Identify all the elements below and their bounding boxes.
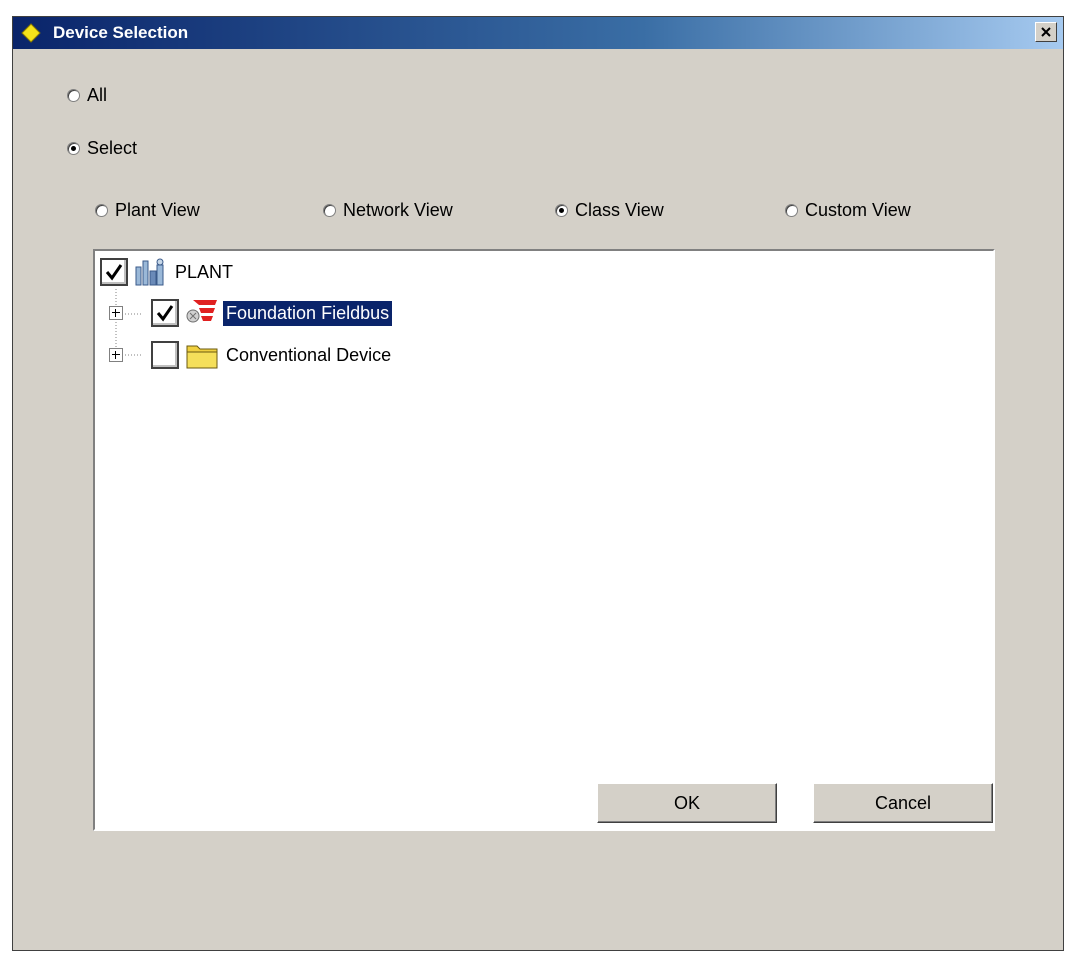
window-title: Device Selection: [53, 23, 189, 42]
radio-custom-view[interactable]: Custom View: [785, 200, 911, 221]
title-bar[interactable]: Device Selection: [13, 17, 1063, 49]
device-selection-dialog: Device Selection All Select Plant View N…: [12, 16, 1064, 951]
folder-icon: [186, 345, 218, 369]
foundation-fieldbus-checkbox[interactable]: [151, 299, 179, 327]
conventional-device-label: Conventional Device: [226, 344, 392, 365]
radio-plant-view-label: Plant View: [115, 200, 200, 220]
radio-network-view-label: Network View: [343, 200, 453, 220]
foundation-fieldbus-label: Foundation Fieldbus: [221, 299, 394, 327]
radio-all-indicator: [67, 89, 80, 102]
radio-select[interactable]: Select: [67, 138, 137, 159]
checkmark-icon: [156, 305, 174, 322]
close-button[interactable]: [1035, 22, 1057, 42]
radio-custom-view-indicator: [785, 204, 798, 217]
device-tree[interactable]: PLANT Foundation Fieldbus Conventional D…: [93, 249, 995, 831]
tree-node-plant[interactable]: PLANT: [100, 257, 236, 287]
radio-network-view-indicator: [323, 204, 336, 217]
cancel-button[interactable]: Cancel: [813, 783, 993, 823]
radio-class-view[interactable]: Class View: [555, 200, 664, 221]
radio-custom-view-label: Custom View: [805, 200, 911, 220]
radio-select-indicator: [67, 142, 80, 155]
checkmark-icon: [105, 264, 123, 281]
radio-select-label: Select: [87, 138, 138, 158]
radio-all-label: All: [87, 85, 108, 105]
conventional-device-checkbox[interactable]: [151, 341, 179, 369]
radio-all[interactable]: All: [67, 85, 107, 106]
radio-class-view-label: Class View: [575, 200, 664, 220]
app-diamond-icon: [21, 23, 41, 43]
fieldbus-icon: [186, 300, 217, 323]
radio-plant-view-indicator: [95, 204, 108, 217]
plant-icon: [135, 258, 164, 286]
expand-foundation-fieldbus-button[interactable]: [109, 306, 123, 320]
tree-node-conventional-device[interactable]: Conventional Device: [109, 340, 394, 370]
radio-class-view-indicator: [555, 204, 568, 217]
radio-network-view[interactable]: Network View: [323, 200, 453, 221]
close-icon: [1041, 27, 1051, 37]
plant-label: PLANT: [175, 261, 234, 282]
radio-plant-view[interactable]: Plant View: [95, 200, 200, 221]
plant-checkbox[interactable]: [100, 258, 128, 286]
expand-conventional-device-button[interactable]: [109, 348, 123, 362]
ok-button[interactable]: OK: [597, 783, 777, 823]
tree-node-foundation-fieldbus[interactable]: Foundation Fieldbus: [109, 298, 394, 328]
